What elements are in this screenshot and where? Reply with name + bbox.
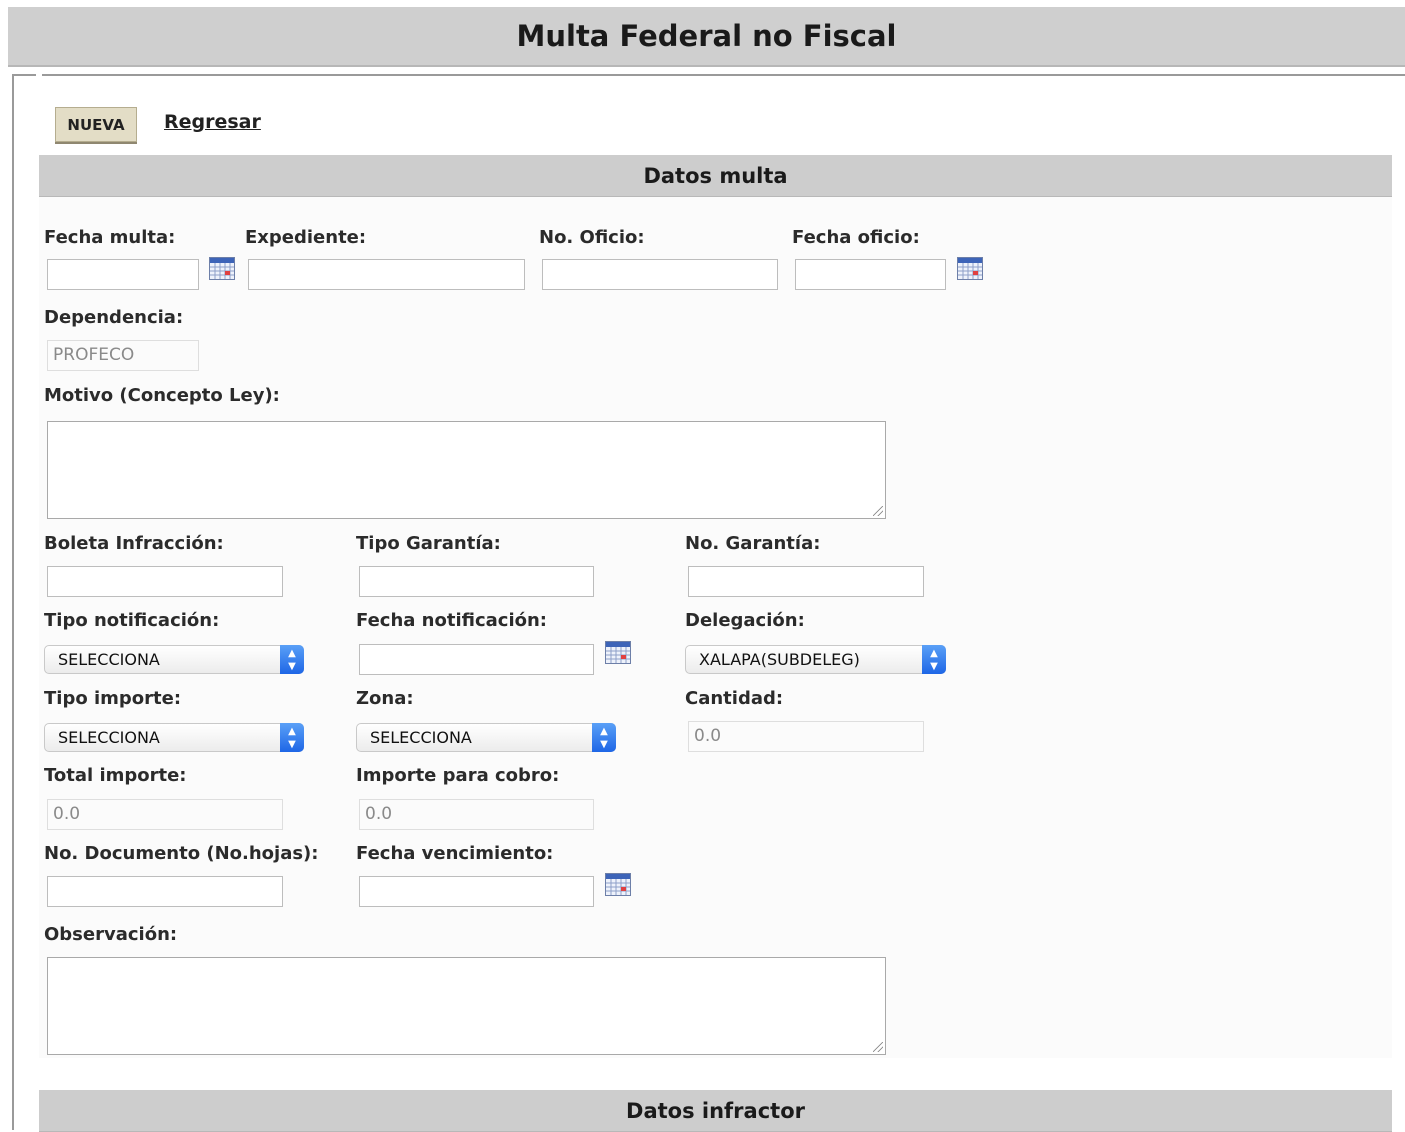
fecha-vencimiento-calendar-icon[interactable] bbox=[605, 873, 631, 896]
no-oficio-input[interactable] bbox=[542, 259, 778, 290]
no-documento-label: No. Documento (No.hojas): bbox=[44, 843, 319, 864]
section-header-datos-multa: Datos multa bbox=[39, 155, 1392, 197]
fecha-multa-input[interactable] bbox=[47, 259, 199, 290]
tipo-importe-value: SELECCIONA bbox=[58, 728, 160, 747]
delegacion-value: XALAPA(SUBDELEG) bbox=[699, 650, 860, 669]
dependencia-input: PROFECO bbox=[47, 340, 199, 371]
updown-chevron-icon: ▲ ▼ bbox=[280, 645, 304, 674]
tipo-garantia-label: Tipo Garantía: bbox=[356, 533, 501, 554]
fecha-vencimiento-label: Fecha vencimiento: bbox=[356, 843, 554, 864]
cantidad-label: Cantidad: bbox=[685, 688, 784, 709]
page-title: Multa Federal no Fiscal bbox=[8, 7, 1405, 67]
total-importe-label: Total importe: bbox=[44, 765, 187, 786]
fecha-oficio-calendar-icon[interactable] bbox=[957, 257, 983, 280]
importe-cobro-label: Importe para cobro: bbox=[356, 765, 560, 786]
expediente-label: Expediente: bbox=[245, 227, 367, 248]
total-importe-input: 0.0 bbox=[47, 799, 283, 830]
motivo-label: Motivo (Concepto Ley): bbox=[44, 385, 280, 406]
tipo-notificacion-select[interactable]: SELECCIONA ▲ ▼ bbox=[44, 645, 304, 674]
frame-border-top bbox=[42, 74, 1405, 76]
fecha-multa-label: Fecha multa: bbox=[44, 227, 176, 248]
motivo-textarea[interactable] bbox=[47, 421, 886, 519]
fecha-notificacion-label: Fecha notificación: bbox=[356, 610, 548, 631]
updown-chevron-icon: ▲ ▼ bbox=[922, 645, 946, 674]
expediente-input[interactable] bbox=[248, 259, 525, 290]
section-header-datos-infractor: Datos infractor bbox=[39, 1090, 1392, 1132]
observacion-label: Observación: bbox=[44, 924, 178, 945]
zona-select[interactable]: SELECCIONA ▲ ▼ bbox=[356, 723, 616, 752]
fecha-notificacion-calendar-icon[interactable] bbox=[605, 641, 631, 664]
tipo-notificacion-value: SELECCIONA bbox=[58, 650, 160, 669]
importe-cobro-input: 0.0 bbox=[359, 799, 594, 830]
resize-grip-icon[interactable] bbox=[873, 506, 883, 516]
boleta-infraccion-input[interactable] bbox=[47, 566, 283, 597]
tipo-garantia-input[interactable] bbox=[359, 566, 594, 597]
no-garantia-label: No. Garantía: bbox=[685, 533, 821, 554]
dependencia-label: Dependencia: bbox=[44, 307, 184, 328]
updown-chevron-icon: ▲ ▼ bbox=[592, 723, 616, 752]
fecha-oficio-label: Fecha oficio: bbox=[792, 227, 920, 248]
regresar-link[interactable]: Regresar bbox=[164, 111, 261, 133]
updown-chevron-icon: ▲ ▼ bbox=[280, 723, 304, 752]
frame-border-corner bbox=[12, 74, 36, 76]
fecha-notificacion-input[interactable] bbox=[359, 644, 594, 675]
no-garantia-input[interactable] bbox=[688, 566, 924, 597]
fecha-vencimiento-input[interactable] bbox=[359, 876, 594, 907]
zona-label: Zona: bbox=[356, 688, 414, 709]
tipo-importe-label: Tipo importe: bbox=[44, 688, 182, 709]
frame-border-left bbox=[12, 74, 14, 1130]
nueva-button[interactable]: NUEVA bbox=[55, 107, 137, 142]
fecha-oficio-input[interactable] bbox=[795, 259, 946, 290]
tipo-importe-select[interactable]: SELECCIONA ▲ ▼ bbox=[44, 723, 304, 752]
resize-grip-icon[interactable] bbox=[873, 1042, 883, 1052]
observacion-textarea[interactable] bbox=[47, 957, 886, 1055]
no-oficio-label: No. Oficio: bbox=[539, 227, 645, 248]
fecha-multa-calendar-icon[interactable] bbox=[209, 257, 235, 280]
tipo-notificacion-label: Tipo notificación: bbox=[44, 610, 220, 631]
no-documento-input[interactable] bbox=[47, 876, 283, 907]
zona-value: SELECCIONA bbox=[370, 728, 472, 747]
delegacion-label: Delegación: bbox=[685, 610, 805, 631]
cantidad-input: 0.0 bbox=[688, 721, 924, 752]
delegacion-select[interactable]: XALAPA(SUBDELEG) ▲ ▼ bbox=[685, 645, 946, 674]
boleta-infraccion-label: Boleta Infracción: bbox=[44, 533, 224, 554]
